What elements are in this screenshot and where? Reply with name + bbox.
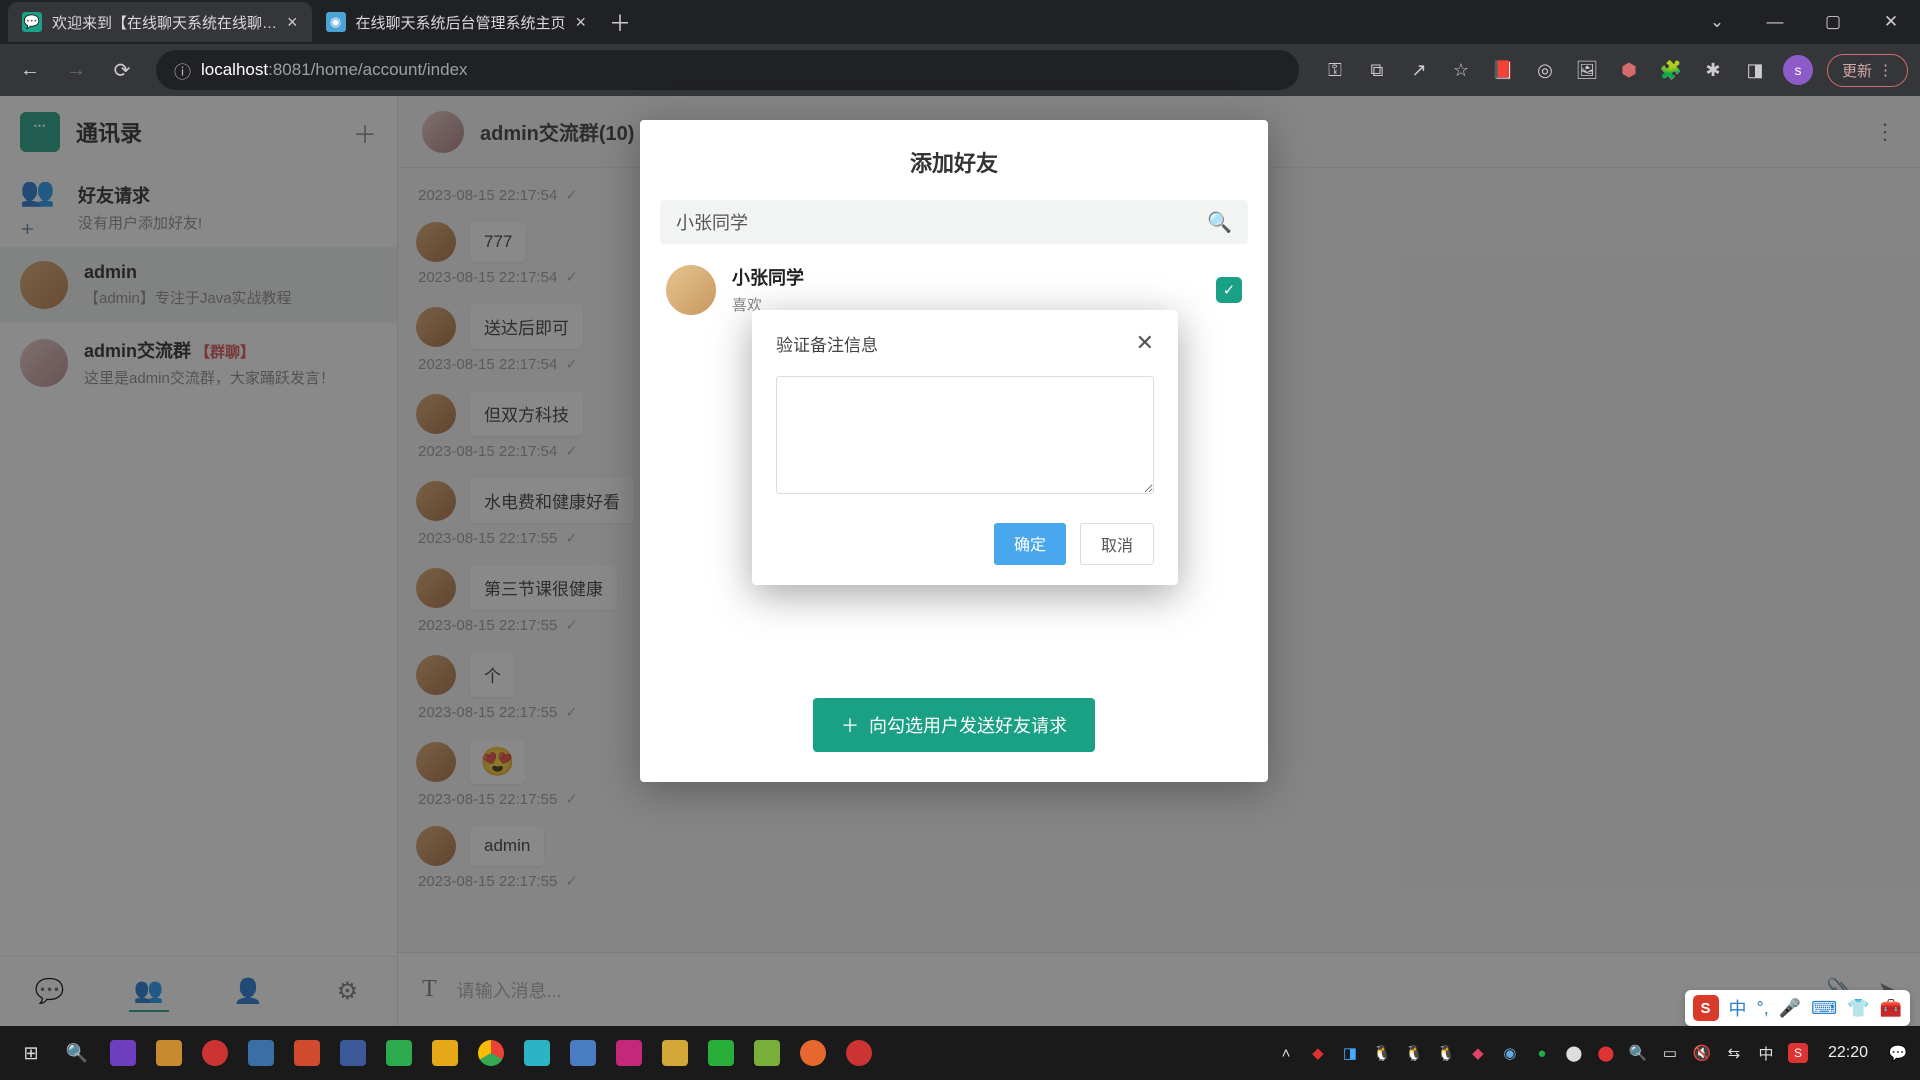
tab-close-icon[interactable]: ×: [287, 12, 298, 33]
tray-sogou-icon[interactable]: S: [1786, 1041, 1810, 1065]
result-checkbox[interactable]: ✓: [1216, 277, 1242, 303]
menu-dots-icon: ⋮: [1878, 61, 1893, 79]
taskbar-app[interactable]: [516, 1032, 558, 1074]
tray-expand-icon[interactable]: ˄: [1274, 1041, 1298, 1065]
extension-icon-3[interactable]: 🖼: [1573, 56, 1601, 84]
profile-avatar[interactable]: s: [1783, 55, 1813, 85]
taskbar-app[interactable]: [194, 1032, 236, 1074]
extension-icon-2[interactable]: ◎: [1531, 56, 1559, 84]
browser-tab-2[interactable]: ◉ 在线聊天系统后台管理系统主页 ×: [312, 2, 601, 42]
taskbar-chrome[interactable]: [470, 1032, 512, 1074]
window-maximize-icon[interactable]: ▢: [1804, 2, 1862, 42]
ime-keyboard-icon[interactable]: ⌨: [1811, 998, 1837, 1019]
dialog-title: 验证备注信息: [776, 331, 878, 356]
tray-icon[interactable]: ◉: [1498, 1041, 1522, 1065]
extension-icon-1[interactable]: 📕: [1489, 56, 1517, 84]
ime-lang[interactable]: 中: [1729, 995, 1747, 1021]
confirm-button[interactable]: 确定: [994, 523, 1066, 565]
verify-remark-dialog: 验证备注信息 ✕ 确定 取消: [752, 310, 1178, 585]
taskbar-app[interactable]: [286, 1032, 328, 1074]
ime-logo-icon: S: [1693, 995, 1719, 1021]
ime-tools-icon[interactable]: 🧰: [1880, 998, 1902, 1019]
search-icon[interactable]: 🔍: [1207, 210, 1232, 235]
taskbar-record[interactable]: [838, 1032, 880, 1074]
search-button[interactable]: 🔍: [56, 1032, 98, 1074]
extension-icon-5[interactable]: 🧩: [1657, 56, 1685, 84]
tray-ime-lang[interactable]: 中: [1754, 1041, 1778, 1065]
password-key-icon[interactable]: ⚿: [1321, 56, 1349, 84]
tray-qq-icon[interactable]: 🐧: [1434, 1041, 1458, 1065]
taskbar-app[interactable]: [148, 1032, 190, 1074]
reload-button[interactable]: ⟳: [104, 52, 140, 88]
notifications-icon[interactable]: 💬: [1886, 1041, 1910, 1065]
url-bar[interactable]: ⓘ localhost:8081/home/account/index: [156, 50, 1299, 90]
taskbar-app[interactable]: [378, 1032, 420, 1074]
tab-title: 在线聊天系统后台管理系统主页: [356, 12, 566, 33]
tab-title: 欢迎来到【在线聊天系统在线聊…: [52, 12, 277, 33]
friend-search-input[interactable]: 小张同学 🔍: [660, 200, 1248, 244]
favicon-admin-icon: ◉: [326, 12, 346, 32]
tray-qq-icon[interactable]: 🐧: [1370, 1041, 1394, 1065]
plus-icon: ＋: [841, 712, 859, 738]
url-host: localhost: [201, 60, 268, 79]
new-tab-button[interactable]: ＋: [600, 2, 640, 42]
tab-search-icon[interactable]: ⌄: [1688, 2, 1746, 42]
url-port: :8081: [268, 60, 311, 79]
tray-volume-icon[interactable]: 🔇: [1690, 1041, 1714, 1065]
back-button[interactable]: ←: [12, 52, 48, 88]
url-path: /home/account/index: [311, 60, 468, 79]
tray-wechat-icon[interactable]: ●: [1530, 1041, 1554, 1065]
taskbar-wechat[interactable]: [700, 1032, 742, 1074]
modal-title: 添加好友: [660, 146, 1248, 178]
open-external-icon[interactable]: ⧉: [1363, 56, 1391, 84]
ime-toolbar[interactable]: S 中 °, 🎤 ⌨ 👕 🧰: [1685, 990, 1910, 1026]
forward-button[interactable]: →: [58, 52, 94, 88]
tray-icon[interactable]: ◆: [1466, 1041, 1490, 1065]
tab-close-icon[interactable]: ×: [576, 12, 587, 33]
window-minimize-icon[interactable]: ―: [1746, 2, 1804, 42]
taskbar-app[interactable]: [654, 1032, 696, 1074]
windows-taskbar: ⊞ 🔍 ˄ ◆ ◨ 🐧 🐧 🐧 ◆ ◉ ● ⬤ ⬤ 🔍 ▭ 🔇 ⇆ 中 S 22…: [0, 1026, 1920, 1080]
favicon-chat-icon: 💬: [22, 12, 42, 32]
taskbar-firefox[interactable]: [792, 1032, 834, 1074]
send-friend-request-button[interactable]: ＋ 向勾选用户发送好友请求: [813, 698, 1095, 752]
result-avatar: [666, 265, 716, 315]
browser-titlebar: 💬 欢迎来到【在线聊天系统在线聊… × ◉ 在线聊天系统后台管理系统主页 × ＋…: [0, 0, 1920, 44]
taskbar-clock[interactable]: 22:20: [1818, 1044, 1878, 1062]
site-info-icon[interactable]: ⓘ: [174, 58, 191, 83]
taskbar-app[interactable]: [746, 1032, 788, 1074]
update-button[interactable]: 更新⋮: [1827, 54, 1908, 87]
tray-icon[interactable]: ◨: [1338, 1041, 1362, 1065]
taskbar-app[interactable]: [562, 1032, 604, 1074]
tray-record-icon[interactable]: ⬤: [1594, 1041, 1618, 1065]
tray-icon[interactable]: ⬤: [1562, 1041, 1586, 1065]
window-close-icon[interactable]: ✕: [1862, 2, 1920, 42]
sidepanel-icon[interactable]: ◨: [1741, 56, 1769, 84]
tray-qq-icon[interactable]: 🐧: [1402, 1041, 1426, 1065]
tray-search-icon[interactable]: 🔍: [1626, 1041, 1650, 1065]
search-value: 小张同学: [676, 209, 748, 235]
taskbar-app[interactable]: [424, 1032, 466, 1074]
result-name: 小张同学: [732, 264, 804, 290]
share-icon[interactable]: ↗: [1405, 56, 1433, 84]
extensions-puzzle-icon[interactable]: ✱: [1699, 56, 1727, 84]
remark-textarea[interactable]: [776, 376, 1154, 494]
tray-battery-icon[interactable]: ▭: [1658, 1041, 1682, 1065]
taskbar-app[interactable]: [332, 1032, 374, 1074]
tray-network-icon[interactable]: ⇆: [1722, 1041, 1746, 1065]
browser-tab-1[interactable]: 💬 欢迎来到【在线聊天系统在线聊… ×: [8, 2, 312, 42]
dialog-close-icon[interactable]: ✕: [1136, 330, 1154, 356]
start-button[interactable]: ⊞: [10, 1032, 52, 1074]
ime-skin-icon[interactable]: 👕: [1847, 998, 1869, 1019]
ime-mic-icon[interactable]: 🎤: [1779, 998, 1801, 1019]
tray-icon[interactable]: ◆: [1306, 1041, 1330, 1065]
taskbar-app[interactable]: [102, 1032, 144, 1074]
ime-punct-icon[interactable]: °,: [1757, 998, 1769, 1019]
bookmark-star-icon[interactable]: ☆: [1447, 56, 1475, 84]
cancel-button[interactable]: 取消: [1080, 523, 1154, 565]
taskbar-app[interactable]: [608, 1032, 650, 1074]
extension-icon-shield[interactable]: ⬢: [1615, 56, 1643, 84]
taskbar-app[interactable]: [240, 1032, 282, 1074]
browser-toolbar: ← → ⟳ ⓘ localhost:8081/home/account/inde…: [0, 44, 1920, 96]
